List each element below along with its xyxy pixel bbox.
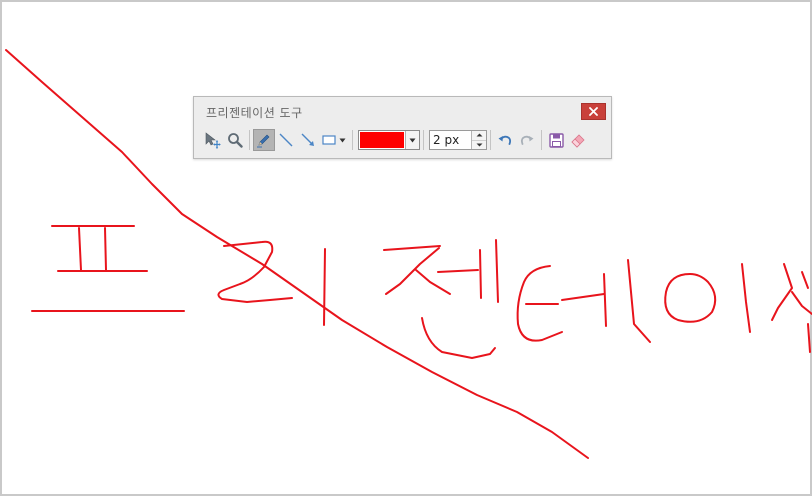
ink-stroke-i-circle — [664, 273, 717, 323]
spin-up-button[interactable] — [472, 131, 486, 140]
redo-button[interactable] — [516, 129, 538, 151]
color-swatch — [360, 132, 404, 148]
zoom-button[interactable] — [224, 129, 246, 151]
ink-stroke-jen-bar1 — [479, 249, 482, 299]
color-dropdown-arrow[interactable] — [405, 131, 419, 149]
cursor-move-icon — [205, 132, 221, 149]
save-button[interactable] — [545, 129, 567, 151]
chevron-down-icon — [339, 138, 346, 142]
ink-stroke-ri-rieul — [217, 240, 293, 303]
line-icon — [279, 133, 293, 147]
rectangle-button[interactable] — [319, 129, 349, 151]
arrow-icon — [301, 133, 314, 146]
line-button[interactable] — [275, 129, 297, 151]
eraser-icon — [571, 134, 585, 148]
ink-stroke-syeon-c — [801, 271, 809, 289]
pen-button[interactable] — [253, 129, 275, 151]
ink-stroke-ri-bar — [323, 248, 326, 326]
tool-row — [202, 128, 589, 152]
arrow-button[interactable] — [297, 129, 319, 151]
ink-layer — [5, 49, 812, 459]
ink-stroke-peu-left — [78, 227, 82, 271]
spin-down-button[interactable] — [472, 139, 486, 149]
chevron-down-icon — [476, 143, 482, 147]
color-picker[interactable] — [358, 130, 420, 150]
close-icon — [589, 107, 598, 116]
select-move-button[interactable] — [202, 129, 224, 151]
ink-stroke-te-bar2 — [627, 259, 651, 343]
separator — [490, 130, 491, 150]
toolbar-title: 프리젠테이션 도구 — [206, 106, 303, 120]
ink-stroke-syeon-a — [771, 263, 793, 321]
ink-stroke-i-bar — [741, 263, 751, 333]
chevron-down-icon — [409, 138, 416, 142]
ink-stroke-jen-top — [383, 245, 441, 251]
save-icon — [548, 132, 564, 148]
magnifier-icon — [228, 133, 243, 148]
ink-stroke-te-bar1 — [603, 273, 607, 327]
pen-icon — [257, 134, 270, 148]
separator — [541, 130, 542, 150]
pen-size-input[interactable] — [430, 131, 471, 149]
rectangle-icon — [322, 135, 336, 145]
drawing-canvas[interactable] — [0, 0, 812, 496]
ink-stroke-syeon-b — [791, 291, 812, 315]
ink-stroke-jen-body — [385, 247, 440, 295]
ink-stroke-jen-bar2 — [495, 239, 499, 303]
undo-button[interactable] — [494, 129, 516, 151]
undo-icon — [498, 135, 512, 145]
close-button[interactable] — [581, 103, 606, 120]
spin-buttons — [471, 131, 486, 149]
chevron-up-icon — [476, 133, 482, 137]
separator — [352, 130, 353, 150]
separator — [423, 130, 424, 150]
ink-stroke-jen-leg — [415, 269, 451, 295]
separator — [249, 130, 250, 150]
ink-stroke-syeon-d — [807, 323, 811, 353]
redo-icon — [520, 135, 534, 145]
presentation-toolbar[interactable]: 프리젠테이션 도구 — [193, 96, 612, 159]
ink-stroke-jen-nieun — [421, 317, 496, 359]
ink-stroke-jen-dash — [437, 269, 479, 273]
ink-stroke-peu-right — [104, 227, 107, 271]
eraser-button[interactable] — [567, 129, 589, 151]
pen-size-stepper[interactable] — [429, 130, 487, 150]
ink-stroke-te-dash — [561, 293, 605, 301]
